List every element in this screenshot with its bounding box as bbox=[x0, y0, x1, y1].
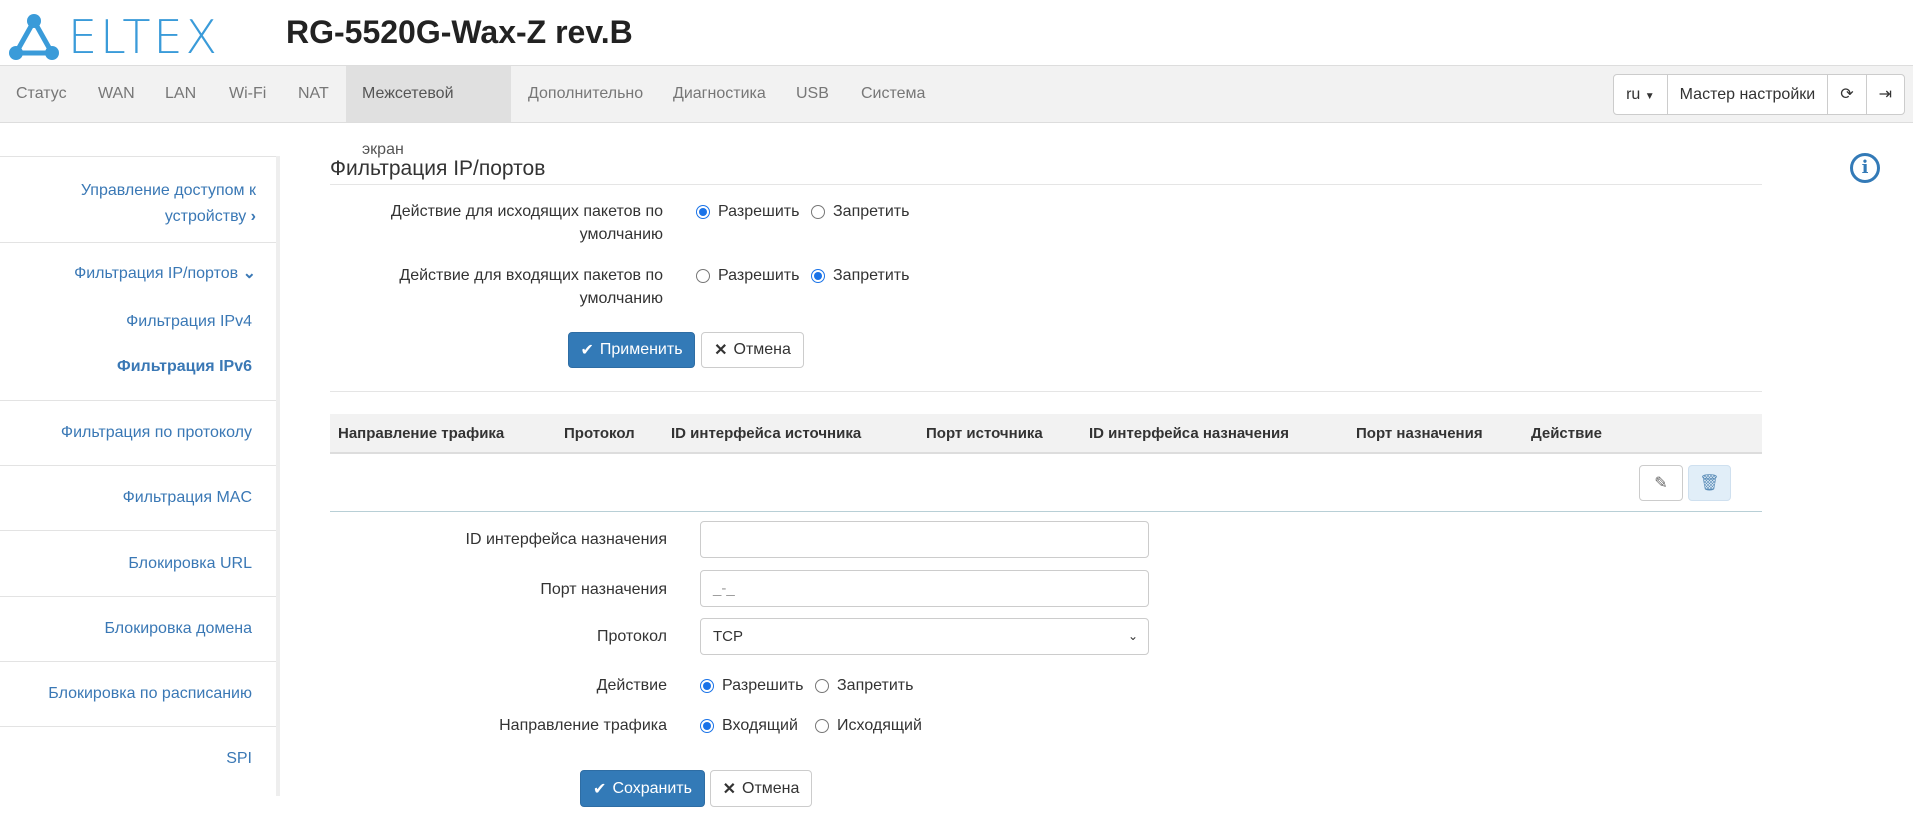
nav-usb[interactable]: USB bbox=[780, 66, 845, 122]
col-src-port: Порт источника bbox=[926, 425, 1043, 442]
sidebar-item-url-block[interactable]: Блокировка URL bbox=[128, 551, 252, 577]
trash-icon: 🗑 bbox=[1699, 475, 1720, 492]
close-icon: ✕ bbox=[714, 342, 728, 359]
device-title: RG-5520G-Wax-Z rev.B bbox=[286, 14, 633, 50]
logout-button[interactable]: ⇥ bbox=[1865, 75, 1904, 114]
outgoing-default-label: Действие для исходящих пакетов по умолча… bbox=[390, 203, 663, 243]
save-label: Сохранить bbox=[612, 779, 692, 797]
nav-nat[interactable]: NAT bbox=[282, 66, 345, 122]
col-src-if: ID интерфейса источника bbox=[671, 425, 862, 442]
sidebar: Управление доступом к устройству › Фильт… bbox=[0, 156, 280, 796]
language-dropdown[interactable]: ru ▼ bbox=[1614, 75, 1667, 114]
col-direction: Направление трафика bbox=[338, 425, 505, 442]
radio-label: Запретить bbox=[833, 203, 910, 220]
dst-if-label: ID интерфейса назначения bbox=[465, 531, 667, 548]
logout-icon: ⇥ bbox=[1878, 86, 1892, 103]
nav-status[interactable]: Статус bbox=[0, 66, 83, 122]
dst-if-input[interactable] bbox=[700, 521, 1149, 558]
protocol-select[interactable]: TCP ⌄ bbox=[700, 618, 1149, 655]
col-dst-if: ID интерфейса назначения bbox=[1089, 425, 1289, 442]
logo-text: ELTEX bbox=[68, 10, 221, 64]
language-value: ru bbox=[1626, 86, 1641, 103]
nav-wan[interactable]: WAN bbox=[82, 66, 151, 122]
top-nav: Статус WAN LAN Wi-Fi NAT Межсетевой экра… bbox=[0, 65, 1913, 158]
cancel-label: Отмена bbox=[733, 341, 791, 358]
caret-down-icon: ▼ bbox=[1644, 91, 1655, 102]
sidebar-item-domain-block[interactable]: Блокировка домена bbox=[104, 616, 252, 642]
edit-icon: ✎ bbox=[1654, 475, 1668, 492]
incoming-default-label: Действие для входящих пакетов по умолчан… bbox=[399, 267, 663, 307]
refresh-icon: ⟳ bbox=[1840, 86, 1854, 103]
radio-label: Входящий bbox=[722, 717, 798, 734]
nav-diagnostics[interactable]: Диагностика bbox=[657, 66, 782, 122]
page-heading: Фильтрация IP/портов bbox=[330, 157, 546, 180]
sidebar-item-label: Фильтрация IP/портов bbox=[74, 265, 239, 282]
nav-wifi[interactable]: Wi-Fi bbox=[213, 66, 282, 122]
direction-outgoing-radio[interactable]: Исходящий bbox=[815, 717, 922, 735]
dst-port-label: Порт назначения bbox=[540, 581, 667, 598]
incoming-deny-radio[interactable]: Запретить bbox=[811, 267, 909, 285]
header-button-group: ru ▼ Мастер настройки ⟳ ⇥ bbox=[1613, 74, 1905, 115]
col-protocol: Протокол bbox=[564, 425, 635, 442]
sidebar-item-mac-filter[interactable]: Фильтрация MAC bbox=[123, 485, 252, 511]
action-deny-radio[interactable]: Запретить bbox=[815, 677, 913, 695]
action-label: Действие bbox=[596, 677, 667, 694]
direction-label: Направление трафика bbox=[499, 717, 667, 734]
rules-table-header: Направление трафика Протокол ID интерфей… bbox=[330, 414, 1762, 454]
direction-incoming-radio[interactable]: Входящий bbox=[700, 717, 798, 735]
radio-label: Запретить bbox=[837, 677, 914, 694]
chevron-down-icon: ⌄ bbox=[242, 265, 256, 282]
outgoing-allow-radio[interactable]: Разрешить bbox=[696, 203, 799, 221]
refresh-button[interactable]: ⟳ bbox=[1827, 75, 1865, 114]
check-icon: ✔ bbox=[593, 780, 607, 798]
outgoing-deny-radio[interactable]: Запретить bbox=[811, 203, 909, 221]
info-icon[interactable]: i bbox=[1850, 153, 1880, 183]
radio-label: Запретить bbox=[833, 267, 910, 284]
chevron-right-icon: › bbox=[250, 208, 256, 225]
col-action: Действие bbox=[1531, 425, 1602, 442]
apply-button[interactable]: ✔ Применить bbox=[568, 332, 695, 368]
sidebar-item-spi[interactable]: SPI bbox=[226, 746, 252, 772]
chevron-down-icon: ⌄ bbox=[1127, 629, 1138, 643]
apply-label: Применить bbox=[599, 341, 683, 358]
sidebar-item-ipv6[interactable]: Фильтрация IPv6 bbox=[117, 354, 252, 380]
check-icon: ✔ bbox=[580, 342, 594, 359]
nav-advanced[interactable]: Дополнительно bbox=[512, 66, 659, 122]
radio-label: Разрешить bbox=[718, 267, 800, 284]
sidebar-item-label: Управление доступом к устройству bbox=[80, 182, 256, 225]
delete-button[interactable]: 🗑 bbox=[1688, 465, 1731, 501]
sidebar-item-access-control[interactable]: Управление доступом к устройству › bbox=[16, 178, 256, 230]
action-allow-radio[interactable]: Разрешить bbox=[700, 677, 803, 695]
setup-wizard-button[interactable]: Мастер настройки bbox=[1666, 75, 1828, 114]
sidebar-item-ipv4[interactable]: Фильтрация IPv4 bbox=[126, 309, 252, 335]
protocol-value: TCP bbox=[713, 628, 743, 645]
sidebar-item-ip-port-filter[interactable]: Фильтрация IP/портов ⌄ bbox=[74, 261, 256, 287]
incoming-allow-radio[interactable]: Разрешить bbox=[696, 267, 799, 285]
sidebar-item-schedule-block[interactable]: Блокировка по расписанию bbox=[48, 681, 252, 707]
close-icon: ✕ bbox=[722, 780, 736, 798]
logo-network-icon bbox=[9, 14, 59, 60]
col-dst-port: Порт назначения bbox=[1356, 425, 1483, 442]
sidebar-item-protocol-filter[interactable]: Фильтрация по протоколу bbox=[61, 420, 252, 446]
nav-system[interactable]: Система bbox=[845, 66, 941, 122]
radio-label: Исходящий bbox=[837, 717, 922, 734]
nav-lan[interactable]: LAN bbox=[149, 66, 212, 122]
dst-port-input[interactable]: _-_ bbox=[700, 570, 1149, 607]
protocol-label: Протокол bbox=[596, 628, 667, 645]
cancel-label: Отмена bbox=[742, 779, 800, 797]
nav-firewall[interactable]: Межсетевой экран bbox=[346, 66, 511, 158]
eltex-logo: ELTEX bbox=[8, 10, 220, 64]
radio-label: Разрешить bbox=[718, 203, 800, 220]
edit-button[interactable]: ✎ bbox=[1639, 465, 1683, 501]
cancel-button[interactable]: ✕ Отмена bbox=[701, 332, 804, 368]
radio-label: Разрешить bbox=[722, 677, 804, 694]
save-button[interactable]: ✔ Сохранить bbox=[580, 770, 705, 807]
form-cancel-button[interactable]: ✕ Отмена bbox=[710, 770, 812, 807]
